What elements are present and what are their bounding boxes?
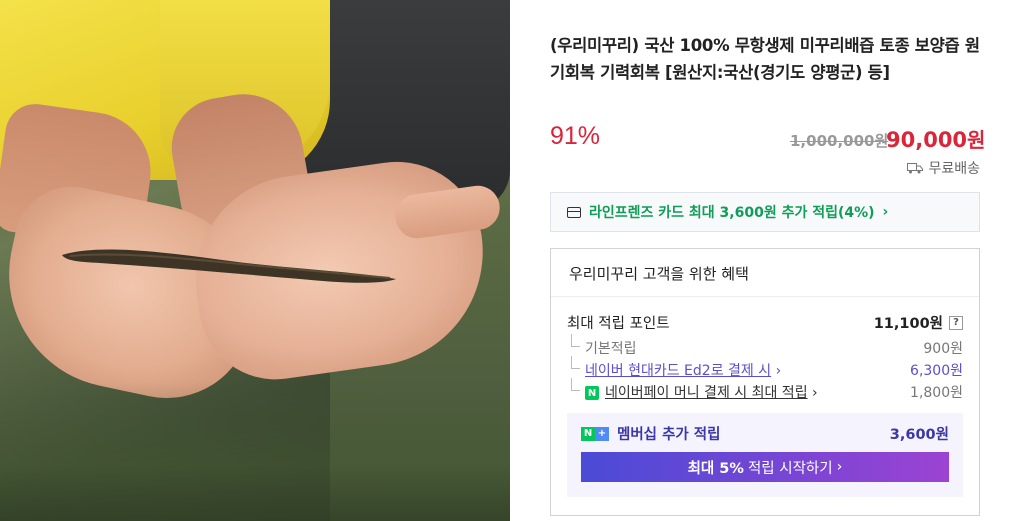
hyundai-card-link[interactable]: 네이버 현대카드 Ed2로 결제 시	[585, 363, 771, 379]
benefit-heading: 우리미꾸리 고객을 위한 혜택	[551, 249, 979, 297]
max-points-label: 최대 적립 포인트	[567, 316, 670, 332]
sale-price: 90,000원	[886, 124, 985, 153]
loach-fish	[62, 249, 396, 283]
chevron-right-icon: ›	[812, 385, 818, 401]
sale-price-value: 90,000	[886, 128, 968, 152]
basic-points-label: 기본적립	[567, 334, 637, 358]
cta-prefix: 최대 5%	[687, 460, 744, 477]
max-points-value: 11,100원	[873, 316, 943, 332]
naver-plus-icon: N +	[581, 426, 609, 441]
chevron-right-icon: ›	[836, 459, 843, 475]
naverpay-row: N 네이버페이 머니 결제 시 최대 적립 › 1,800원	[567, 378, 963, 402]
hyundai-card-value: 6,300원	[910, 363, 963, 379]
hyundai-card-row: 네이버 현대카드 Ed2로 결제 시 › 6,300원	[567, 356, 963, 380]
discount-rate: 91%	[550, 122, 601, 150]
shipping-info: 무료배송	[907, 158, 980, 178]
start-membership-button[interactable]: 최대 5% 적립 시작하기 ›	[581, 452, 949, 482]
max-points-row: 최대 적립 포인트 11,100원?	[567, 312, 963, 333]
product-title: (우리미꾸리) 국산 100% 무항생제 미꾸리배즙 토종 보양즙 원기회복 기…	[550, 36, 980, 82]
original-price: 1,000,000원	[790, 132, 889, 150]
help-icon[interactable]: ?	[949, 315, 963, 330]
card-promo-text: 라인프렌즈 카드 최대 3,600원 추가 적립(4%)	[589, 205, 875, 221]
membership-label: 멤버십 추가 적립	[617, 427, 721, 443]
basic-points-value: 900원	[923, 341, 963, 357]
product-photo	[0, 0, 510, 521]
membership-box: N + 멤버십 추가 적립 3,600원 최대 5% 적립 시작하기 ›	[567, 413, 963, 497]
benefit-panel: 우리미꾸리 고객을 위한 혜택 최대 적립 포인트 11,100원? 기본적립 …	[550, 248, 980, 516]
membership-value: 3,600원	[889, 427, 949, 443]
cta-suffix: 적립 시작하기	[747, 460, 833, 477]
sale-price-unit: 원	[967, 128, 986, 152]
naverpay-link[interactable]: 네이버페이 머니 결제 시 최대 적립	[605, 385, 808, 401]
naverpay-value: 1,800원	[910, 385, 963, 401]
truck-icon	[907, 163, 924, 174]
shipping-label: 무료배송	[928, 161, 980, 177]
credit-card-icon	[567, 206, 581, 218]
card-promo-banner[interactable]: 라인프렌즈 카드 최대 3,600원 추가 적립(4%) ›	[550, 192, 980, 232]
basic-points-row: 기본적립 900원	[567, 334, 963, 358]
chevron-right-icon: ›	[882, 204, 889, 220]
naverpay-icon: N	[585, 386, 599, 400]
chevron-right-icon: ›	[775, 363, 782, 379]
